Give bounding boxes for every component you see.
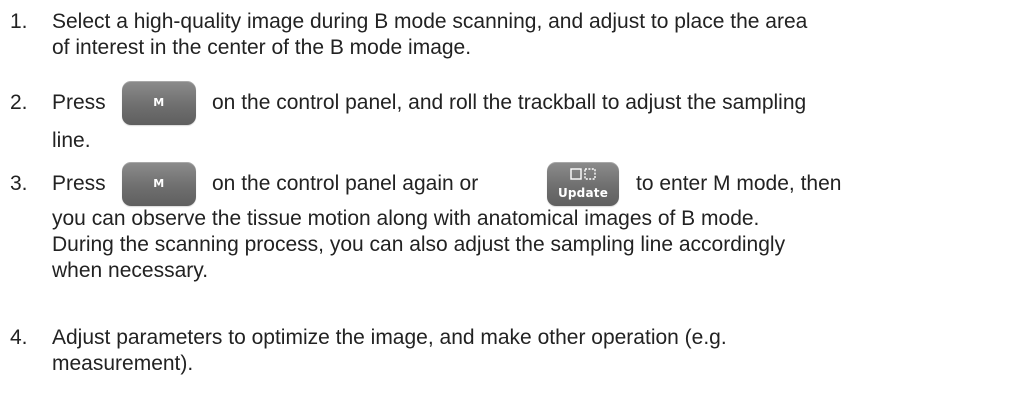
- step-line: of interest in the center of the B mode …: [52, 36, 472, 59]
- update-key-label: Update: [557, 186, 609, 200]
- m-key-label: M: [153, 96, 165, 109]
- step-inline-row: Press M on the control panel, and roll t…: [52, 81, 1012, 127]
- step-text: Adjust parameters to optimize the image,…: [52, 325, 1012, 377]
- step-number: 3.: [10, 172, 28, 195]
- m-key: M: [122, 81, 196, 125]
- step-line: During the scanning process, you can als…: [52, 233, 786, 256]
- step-text: Press M on the control panel again or Up…: [52, 162, 1012, 284]
- step-text-segment: on the control panel, and roll the track…: [212, 91, 807, 114]
- step-text-segment: Press: [52, 91, 106, 114]
- step-inline-row: Press M on the control panel again or Up…: [52, 162, 1012, 208]
- step-line: Adjust parameters to optimize the image,…: [52, 326, 727, 349]
- step-line: when necessary.: [52, 259, 209, 282]
- step-text-segment: Press: [52, 172, 106, 195]
- dual-window-icon: [547, 162, 619, 186]
- step-line: line.: [52, 129, 91, 152]
- m-key: M: [122, 162, 196, 206]
- step-line: measurement).: [52, 352, 194, 375]
- step-text-segment: to enter M mode, then: [636, 172, 842, 195]
- step-number: 4.: [10, 326, 28, 349]
- step-line: Select a high-quality image during B mod…: [52, 10, 808, 33]
- step-line: you can observe the tissue motion along …: [52, 207, 760, 230]
- update-key: Update: [547, 162, 619, 206]
- m-key-label: M: [153, 177, 165, 190]
- step-text: Press M on the control panel, and roll t…: [52, 81, 1012, 154]
- step-number: 1.: [10, 10, 28, 33]
- step-number: 2.: [10, 91, 28, 114]
- step-text-segment: on the control panel again or: [212, 172, 479, 195]
- step-text: Select a high-quality image during B mod…: [52, 9, 1012, 61]
